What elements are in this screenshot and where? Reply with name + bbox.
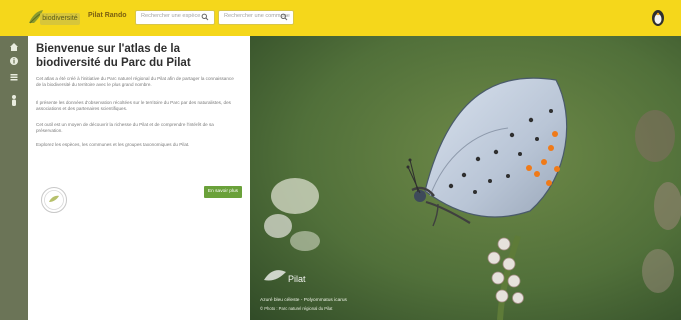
species-search-placeholder: Rechercher une espèce bbox=[141, 13, 201, 19]
list-icon[interactable] bbox=[9, 72, 19, 82]
intro-paragraph: Il présente les données d'observation ré… bbox=[36, 100, 231, 112]
atlas-logo[interactable]: biodiversité bbox=[26, 7, 80, 29]
photo-caption: Azuré bleu céleste - Polyommatus icarus bbox=[260, 298, 347, 303]
search-icon bbox=[201, 13, 209, 21]
commune-search-input[interactable]: Rechercher une commune bbox=[218, 10, 294, 25]
search-icon bbox=[280, 13, 288, 21]
page-title: Bienvenue sur l'atlas de la biodiversité… bbox=[36, 43, 191, 69]
top-bar: biodiversité Pilat Rando Rechercher une … bbox=[0, 0, 681, 36]
intro-panel: Bienvenue sur l'atlas de la biodiversité… bbox=[28, 36, 250, 320]
park-seal-logo bbox=[41, 187, 67, 213]
watermark-text: Pilat bbox=[288, 274, 306, 284]
home-icon[interactable] bbox=[9, 42, 19, 52]
intro-paragraph: Explorez les espèces, les communes et le… bbox=[36, 142, 190, 147]
species-search-input[interactable]: Rechercher une espèce bbox=[135, 10, 215, 25]
info-icon[interactable] bbox=[9, 56, 19, 66]
person-icon[interactable] bbox=[9, 94, 19, 108]
user-icon[interactable] bbox=[649, 7, 667, 31]
pilat-rando-link[interactable]: Pilat Rando bbox=[88, 12, 127, 19]
intro-paragraph: Cet outil est un moyen de découvrir la r… bbox=[36, 122, 214, 134]
logo-text: biodiversité bbox=[40, 13, 80, 25]
intro-paragraph: Cet atlas a été créé à l'initiative du P… bbox=[36, 76, 234, 88]
photo-credit: © Photo : Parc naturel régional du Pilat bbox=[260, 306, 333, 311]
learn-more-button[interactable]: En savoir plus bbox=[204, 186, 242, 198]
sidebar-rail bbox=[0, 36, 28, 320]
park-watermark-logo: Pilat bbox=[264, 270, 306, 284]
